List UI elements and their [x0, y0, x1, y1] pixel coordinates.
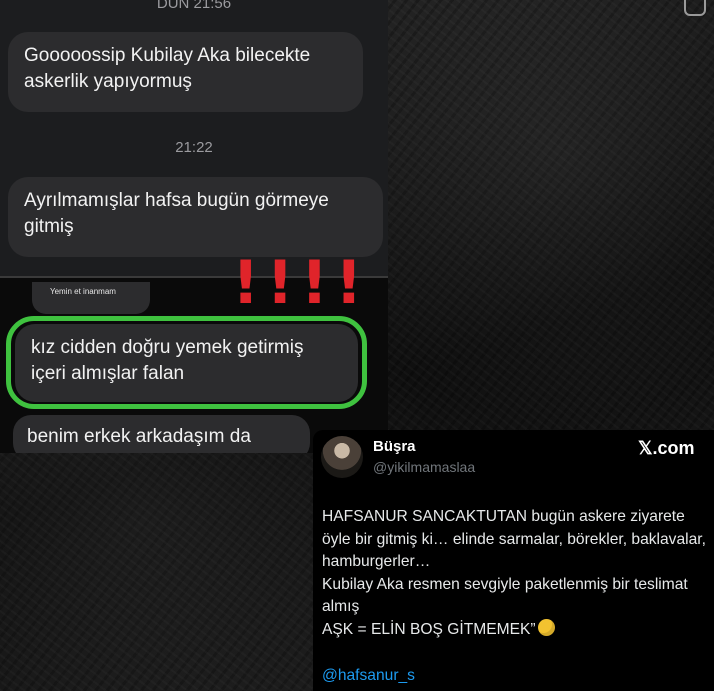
chat-screenshot: DÜN 21:56 Gooooossip Kubilay Aka bilecek… — [0, 0, 388, 453]
chat-message-bubble: Gooooossip Kubilay Aka bilecekte askerli… — [8, 32, 363, 112]
tweet-mention-link[interactable]: @hafsanur_s — [322, 667, 415, 685]
smiling-tear-emoji-icon — [537, 618, 555, 636]
avatar[interactable] — [321, 436, 363, 478]
tweet-card: Büşra @yikilmamaslaa 𝕏.com HAFSANUR SANC… — [313, 430, 714, 691]
red-exclamation-marks: !!!! — [232, 248, 370, 318]
chat-timestamp: 21:22 — [175, 139, 213, 156]
tweet-author-name[interactable]: Büşra — [373, 438, 416, 455]
x-logo-icon: 𝕏.com — [638, 438, 695, 458]
expand-icon[interactable] — [684, 0, 706, 16]
reply-preview: Yemin et inanmam — [32, 282, 150, 314]
tweet-text: HAFSANUR SANCAKTUTAN bugün askere ziyare… — [322, 506, 710, 641]
tweet-author-handle[interactable]: @yikilmamaslaa — [373, 459, 475, 475]
chat-timestamp: DÜN 21:56 — [156, 0, 232, 12]
screenshot-collage: DÜN 21:56 Gooooossip Kubilay Aka bilecek… — [0, 0, 714, 691]
chat-upper-section: DÜN 21:56 Gooooossip Kubilay Aka bilecek… — [0, 0, 388, 278]
chat-message-bubble: Ayrılmamışlar hafsa bugün görmeye gitmiş — [8, 177, 383, 257]
chat-message-bubble: benim erkek arkadaşım da orada — [13, 415, 310, 453]
tweet-body-text: HAFSANUR SANCAKTUTAN bugün askere ziyare… — [322, 508, 706, 638]
green-highlight-outline — [6, 316, 367, 409]
